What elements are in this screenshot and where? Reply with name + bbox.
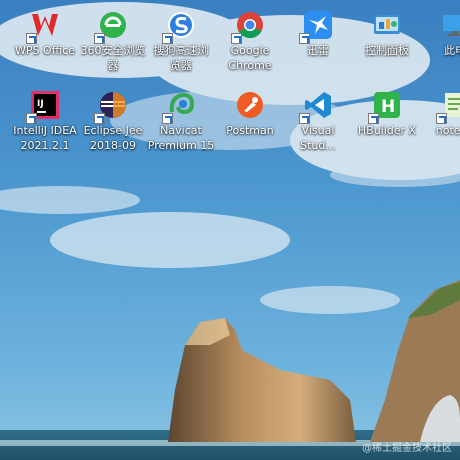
sogou-browser-shortcut[interactable]: 搜狗高速浏 览器 — [146, 4, 216, 73]
eclipse-icon — [94, 90, 128, 124]
shortcut-arrow-icon — [436, 113, 447, 124]
google-chrome-shortcut[interactable]: Google Chrome — [215, 4, 285, 73]
shortcut-arrow-icon — [299, 33, 310, 44]
icon-label: 搜狗高速浏 览器 — [153, 44, 209, 72]
hbuilder-icon: H — [368, 90, 402, 124]
icon-label: Visual Stud... — [300, 124, 336, 152]
360-browser-icon — [94, 10, 128, 44]
navicat-shortcut[interactable]: Navicat Premium 15 — [146, 84, 216, 153]
this-pc-shortcut[interactable]: 此电 — [420, 4, 460, 58]
shortcut-arrow-icon — [94, 33, 105, 44]
notepad-icon — [436, 90, 460, 124]
postman-icon — [235, 90, 265, 120]
watermark: @稀土掘金技术社区 — [362, 443, 452, 454]
postman-shortcut[interactable]: Postman — [215, 84, 285, 138]
shortcut-arrow-icon — [231, 33, 242, 44]
xunlei-shortcut[interactable]: 迅雷 — [283, 4, 353, 58]
xunlei-bird-icon — [299, 10, 333, 44]
svg-text:H: H — [381, 97, 395, 117]
notepad-shortcut[interactable]: notepa — [420, 84, 460, 138]
visual-studio-code-shortcut[interactable]: Visual Stud... — [283, 84, 353, 153]
svg-text:IJ: IJ — [37, 99, 44, 109]
control-panel-icon — [372, 10, 402, 40]
app-icon — [0, 10, 10, 40]
shortcut-arrow-icon — [26, 113, 37, 124]
shortcut-arrow-icon — [299, 113, 310, 124]
360-browser-shortcut[interactable]: 360安全浏览 器 — [78, 4, 148, 73]
icon-label: notepa — [435, 124, 460, 137]
shortcut-arrow-icon — [94, 113, 105, 124]
computer-icon — [440, 10, 460, 40]
icon-label: 此电 — [444, 44, 460, 57]
wps-office-icon — [26, 10, 60, 44]
shortcut-arrow-icon — [368, 113, 379, 124]
wps-office-shortcut[interactable]: WPS Office — [10, 4, 80, 58]
chrome-icon — [231, 10, 265, 44]
navicat-icon — [162, 90, 196, 124]
intellij-icon: IJ — [26, 90, 60, 124]
shortcut-arrow-icon — [162, 33, 173, 44]
eclipse-jee-shortcut[interactable]: Eclipse Jee 2018-09 — [78, 84, 148, 153]
shortcut-arrow-icon — [162, 113, 173, 124]
icon-label: 迅雷 — [307, 44, 329, 57]
vscode-icon — [299, 90, 333, 124]
shortcut-arrow-icon — [26, 33, 37, 44]
sogou-browser-icon — [162, 10, 196, 44]
intellij-idea-shortcut[interactable]: IJ IntelliJ IDEA 2021.2.1 — [10, 84, 80, 153]
control-panel-shortcut[interactable]: 控制面板 — [352, 4, 422, 58]
hbuilder-x-shortcut[interactable]: H HBuilder X — [352, 84, 422, 138]
icon-label: Navicat Premium 15 — [147, 124, 215, 152]
